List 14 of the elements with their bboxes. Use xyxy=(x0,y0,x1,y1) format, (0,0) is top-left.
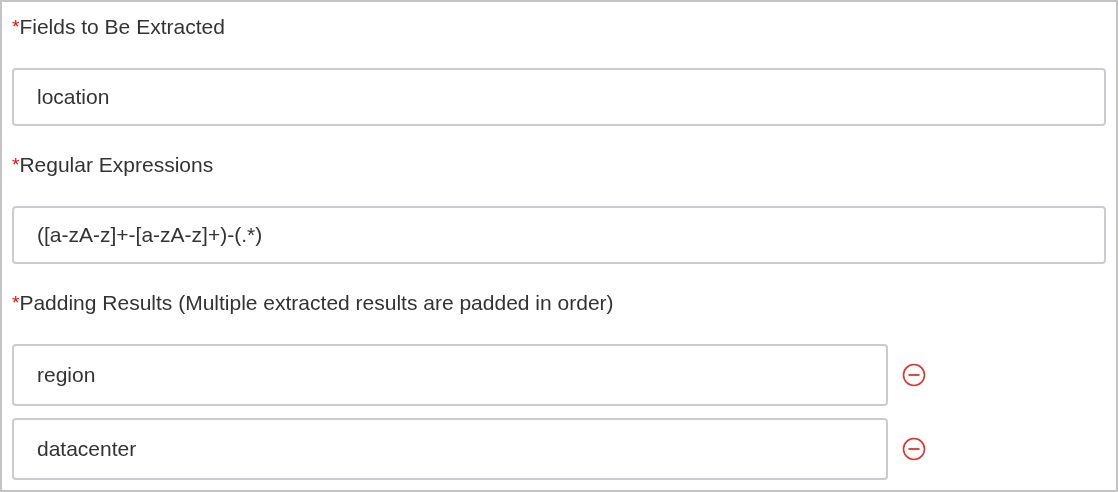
remove-icon xyxy=(902,437,926,461)
required-asterisk: * xyxy=(12,15,20,39)
remove-button[interactable] xyxy=(902,363,926,387)
text-field[interactable]: datacenter xyxy=(12,418,888,480)
remove-icon xyxy=(902,363,926,387)
field-label: Padding Results (Multiple extracted results are padded in order) xyxy=(19,289,614,316)
field-label: Regular Expressions xyxy=(19,151,214,178)
required-asterisk: * xyxy=(12,153,20,175)
text-field[interactable]: region xyxy=(12,344,888,406)
text-field[interactable]: location xyxy=(12,68,1106,126)
text-field[interactable]: ([a-zA-z]+-[a-zA-z]+)-(.*) xyxy=(12,206,1106,264)
required-asterisk: * xyxy=(12,291,20,313)
field-label: Fields to Be Extracted xyxy=(19,13,225,40)
remove-button[interactable] xyxy=(902,437,926,461)
